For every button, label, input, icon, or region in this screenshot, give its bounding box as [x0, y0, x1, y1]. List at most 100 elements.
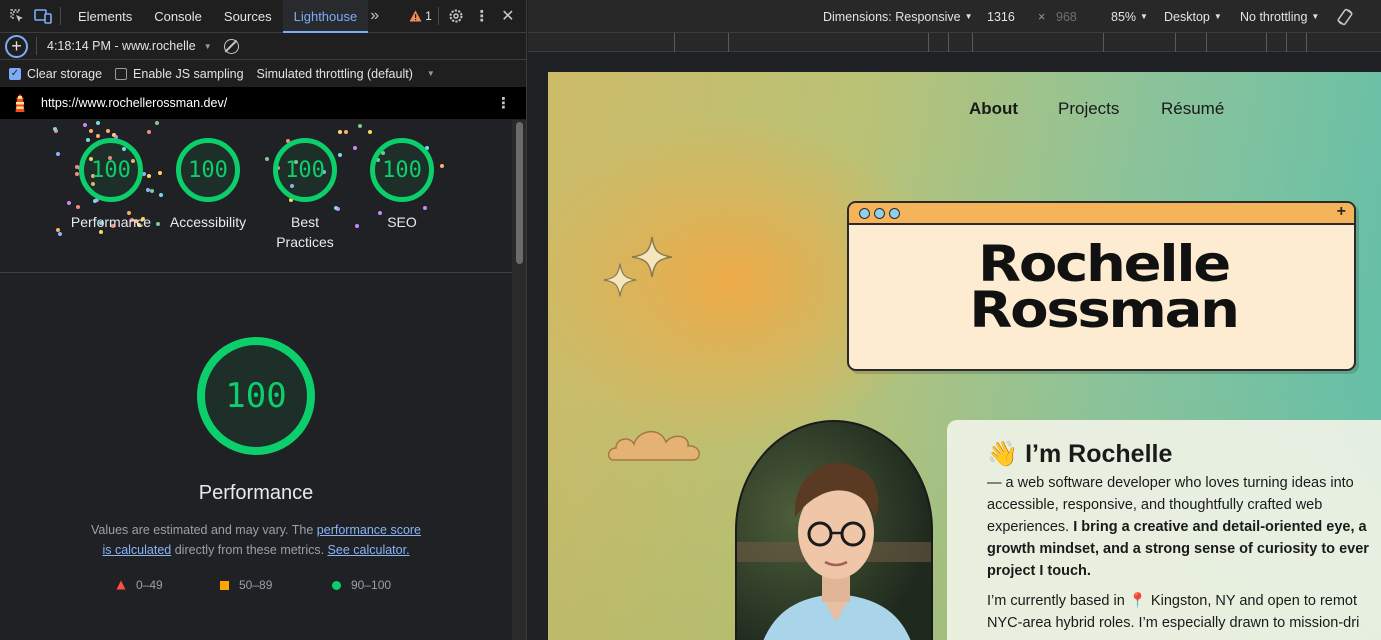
clear-storage-label[interactable]: Clear storage — [27, 67, 102, 81]
confetti-particle — [105, 129, 110, 134]
score-value: 100 — [188, 157, 228, 183]
confetti-particle — [74, 171, 79, 176]
confetti-particle — [55, 152, 60, 157]
pin-icon: 📍 — [1128, 593, 1147, 609]
section-divider — [0, 272, 512, 273]
legend-item-average: 50–89 — [220, 578, 272, 592]
zoom-select-value: 85% — [1111, 10, 1137, 24]
settings-icon[interactable] — [445, 5, 467, 27]
lighthouse-report-bar: + 4:18:14 PM - www.rochelle ▼ — [0, 33, 526, 60]
nav-link-about[interactable]: About — [969, 99, 1018, 119]
about-line: experiences. — [987, 519, 1074, 535]
zoom-select[interactable]: 85% ▼ — [1111, 10, 1148, 24]
square-icon — [220, 580, 229, 590]
toolbar-divider — [437, 7, 439, 25]
confetti-particle — [86, 137, 91, 142]
js-sampling-checkbox[interactable] — [115, 67, 128, 80]
rotate-icon[interactable] — [1336, 8, 1354, 29]
hero-name-line2: Rossman — [969, 281, 1240, 339]
new-report-icon[interactable]: + — [5, 34, 28, 58]
confetti-particle — [83, 123, 88, 128]
confetti-particle — [353, 146, 358, 151]
performance-heading: Performance — [198, 482, 314, 504]
tab-sources[interactable]: Sources — [213, 0, 283, 33]
dimensions-select-value: Dimensions: Responsive — [823, 10, 961, 24]
report-scrollbar[interactable] — [512, 120, 526, 640]
confetti-particle — [146, 129, 151, 134]
clear-storage-checkbox[interactable]: ✓ — [9, 67, 21, 80]
report-selector[interactable]: 4:18:14 PM - www.rochelle ▼ — [47, 39, 212, 53]
close-icon[interactable]: ✕ — [497, 5, 519, 27]
window-dot-icon — [874, 208, 885, 219]
more-vertical-icon[interactable]: ⋮ — [496, 94, 511, 112]
best-practices-score-gauge[interactable]: 100 — [273, 138, 337, 202]
ruler-tick — [928, 33, 929, 52]
cloud-icon — [608, 431, 700, 461]
seo-score-gauge[interactable]: 100 — [370, 138, 434, 202]
waving-hand-icon: 👋 — [987, 440, 1019, 468]
scrollbar-thumb[interactable] — [516, 122, 523, 264]
nav-link-resume[interactable]: Résumé — [1161, 99, 1224, 119]
name-window-card: + Rochelle Rossman — [847, 201, 1356, 371]
hero-name: Rochelle Rossman — [849, 239, 1354, 339]
score-value: 100 — [285, 157, 325, 183]
window-titlebar: + — [849, 203, 1354, 225]
tab-console[interactable]: Console — [143, 0, 213, 33]
devtools-panel: Elements Console Sources Lighthouse » 1 … — [0, 0, 527, 640]
device-type-value: Desktop — [1164, 10, 1210, 24]
height-input[interactable]: 968 — [1056, 10, 1077, 24]
accessibility-score-gauge[interactable]: 100 — [176, 138, 240, 202]
confetti-particle — [423, 205, 428, 210]
inspect-element-icon[interactable] — [6, 5, 28, 27]
chevron-double-right-icon[interactable]: » — [370, 7, 379, 25]
triangle-icon — [116, 580, 126, 590]
legend-range: 90–100 — [351, 578, 392, 592]
ruler-tick — [1103, 33, 1104, 52]
see-calculator-link[interactable]: See calculator. — [328, 543, 410, 557]
confetti-particle — [147, 174, 152, 179]
ruler-tick — [1206, 33, 1207, 52]
confetti-particle — [66, 201, 71, 206]
dimensions-select[interactable]: Dimensions: Responsive ▼ — [823, 10, 972, 24]
score-value: 100 — [225, 376, 287, 416]
lighthouse-logo-icon — [12, 93, 28, 113]
about-heading: 👋 I’m Rochelle — [987, 440, 1172, 469]
performance-score-gauge[interactable]: 100 — [79, 138, 143, 202]
tab-elements[interactable]: Elements — [67, 0, 143, 33]
more-vertical-icon[interactable]: ⋮ — [471, 5, 493, 27]
window-dot-icon — [889, 208, 900, 219]
media-query-ruler[interactable] — [528, 33, 1381, 52]
js-sampling-label[interactable]: Enable JS sampling — [133, 67, 243, 81]
warnings-counter[interactable]: 1 — [409, 9, 432, 23]
ruler-tick — [1286, 33, 1287, 52]
ruler-tick — [728, 33, 729, 52]
report-url[interactable]: https://www.rochellerossman.dev/ — [41, 96, 227, 110]
width-input[interactable]: 1316 — [987, 10, 1015, 24]
confetti-particle — [149, 188, 154, 193]
confetti-particle — [74, 164, 79, 169]
device-toolbar-icon[interactable] — [32, 5, 54, 27]
ruler-tick — [1266, 33, 1267, 52]
throttling-select-value: Simulated throttling (default) — [256, 66, 413, 81]
tab-lighthouse[interactable]: Lighthouse — [282, 0, 369, 33]
ruler-tick — [1175, 33, 1176, 52]
about-paragraph: — a web software developer who loves tur… — [987, 472, 1381, 582]
description-text: Values are estimated and may vary. The — [90, 523, 317, 537]
about-heading-text: I’m Rochelle — [1025, 440, 1173, 468]
network-throttling-select[interactable]: No throttling ▼ — [1240, 10, 1319, 24]
clear-reports-icon[interactable] — [223, 38, 239, 54]
toolbar-divider — [36, 37, 37, 55]
about-line: accessible, responsive, and thoughtfully… — [987, 497, 1323, 513]
confetti-particle — [440, 163, 445, 168]
gauge-label-best-practices: Best Practices — [276, 214, 334, 250]
nav-link-projects[interactable]: Projects — [1058, 99, 1119, 119]
devtools-main-toolbar: Elements Console Sources Lighthouse » 1 … — [0, 0, 526, 33]
throttling-select[interactable]: Simulated throttling (default) ▼ — [257, 67, 435, 81]
lighthouse-report: 100 100 100 100 Performance Accessibilit… — [0, 120, 526, 640]
confetti-particle — [58, 231, 63, 236]
network-throttling-value: No throttling — [1240, 10, 1308, 24]
legend-item-pass: 90–100 — [332, 578, 391, 592]
device-type-select[interactable]: Desktop ▼ — [1164, 10, 1222, 24]
circle-icon — [332, 580, 341, 590]
about-line: NYC-area hybrid roles. I’m especially dr… — [987, 615, 1360, 631]
